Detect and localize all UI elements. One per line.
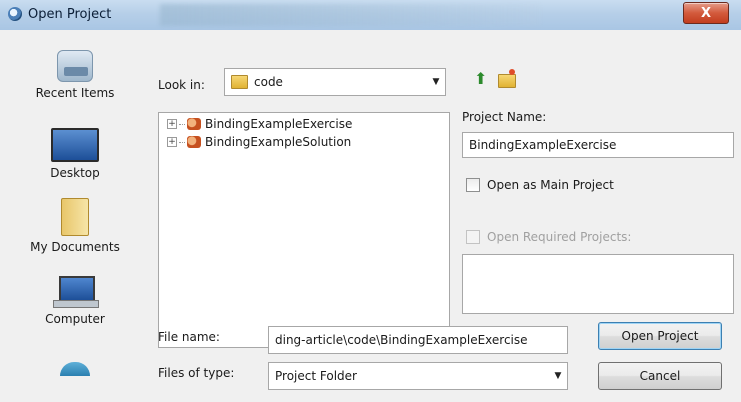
places-bar: Recent Items Desktop My Documents Comput… <box>0 30 150 402</box>
recent-items-icon <box>57 50 93 82</box>
place-desktop[interactable]: Desktop <box>0 128 150 180</box>
project-tree[interactable]: + BindingExampleExercise + BindingExampl… <box>158 112 450 348</box>
place-label: Computer <box>45 312 105 326</box>
open-project-button[interactable]: Open Project <box>598 322 722 350</box>
desktop-icon <box>51 128 99 162</box>
project-name-label: Project Name: <box>462 110 547 124</box>
look-in-label: Look in: <box>158 78 205 92</box>
look-in-value: code <box>254 75 283 89</box>
network-icon <box>60 362 90 376</box>
open-required-projects-option[interactable]: Open Required Projects: <box>466 230 631 244</box>
dropdown-arrow-icon: ▼ <box>432 77 440 87</box>
place-label: My Documents <box>30 240 120 254</box>
close-button[interactable]: X <box>683 2 729 24</box>
folder-icon <box>231 75 248 89</box>
place-label: Recent Items <box>35 86 115 100</box>
open-as-main-project-checkbox[interactable] <box>466 178 480 192</box>
files-of-type-value: Project Folder <box>275 369 357 383</box>
project-name-field[interactable]: BindingExampleExercise <box>462 132 734 158</box>
required-projects-list[interactable] <box>462 254 734 314</box>
computer-icon <box>53 276 99 308</box>
new-folder-icon[interactable] <box>498 69 516 88</box>
tree-connector <box>179 123 185 125</box>
place-recent-items[interactable]: Recent Items <box>0 50 150 100</box>
cancel-button[interactable]: Cancel <box>598 362 722 390</box>
files-of-type-combo[interactable]: Project Folder ▼ <box>268 362 568 390</box>
tree-item[interactable]: + BindingExampleExercise <box>167 115 352 133</box>
open-required-projects-checkbox[interactable] <box>466 230 480 244</box>
project-icon <box>187 136 201 148</box>
place-label: Desktop <box>50 166 100 180</box>
open-project-dialog: Open Project X Recent Items Desktop My D… <box>0 0 741 402</box>
place-computer[interactable]: Computer <box>0 276 150 326</box>
title-bar[interactable]: Open Project X <box>0 0 741 30</box>
my-documents-icon <box>61 198 89 236</box>
open-as-main-project-label: Open as Main Project <box>487 178 614 192</box>
open-required-projects-label: Open Required Projects: <box>487 230 632 244</box>
file-name-value: ding-article\code\BindingExampleExercise <box>275 333 528 347</box>
up-folder-icon[interactable]: ⬆ <box>474 70 490 88</box>
tree-item[interactable]: + BindingExampleSolution <box>167 133 351 151</box>
file-name-field[interactable]: ding-article\code\BindingExampleExercise <box>268 326 568 354</box>
title-bar-blur <box>160 4 540 26</box>
project-icon <box>187 118 201 130</box>
tree-item-label: BindingExampleSolution <box>205 135 352 149</box>
close-icon: X <box>700 5 712 21</box>
project-name-value: BindingExampleExercise <box>469 138 617 152</box>
open-as-main-project-option[interactable]: Open as Main Project <box>466 178 614 192</box>
dropdown-arrow-icon: ▼ <box>554 371 562 381</box>
app-icon <box>8 7 22 21</box>
dialog-body: Recent Items Desktop My Documents Comput… <box>0 30 741 402</box>
place-network[interactable] <box>0 362 150 376</box>
window-title: Open Project <box>28 7 112 22</box>
look-in-combo[interactable]: code ▼ <box>224 68 446 96</box>
expand-icon[interactable]: + <box>167 137 177 147</box>
files-of-type-label: Files of type: <box>158 366 235 380</box>
tree-item-label: BindingExampleExercise <box>205 117 353 131</box>
place-my-documents[interactable]: My Documents <box>0 198 150 254</box>
expand-icon[interactable]: + <box>167 119 177 129</box>
file-name-label: File name: <box>158 330 220 344</box>
tree-connector <box>179 141 185 143</box>
